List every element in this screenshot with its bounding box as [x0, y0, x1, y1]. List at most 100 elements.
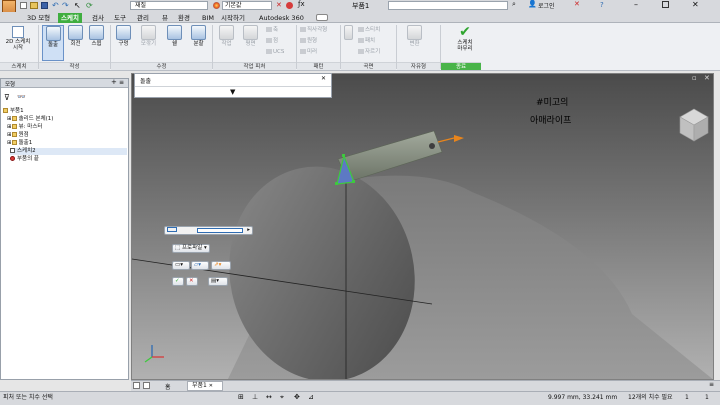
search-input[interactable] — [388, 1, 508, 10]
tab-list-icon[interactable] — [133, 382, 140, 389]
color-icon[interactable] — [286, 2, 293, 9]
infer-icon[interactable]: ⌖ — [280, 391, 284, 403]
patch-button[interactable]: 패치 — [358, 38, 375, 45]
distance-control[interactable]: ▸ — [164, 226, 253, 235]
new-icon[interactable] — [20, 2, 27, 9]
tab-inspect[interactable]: 검사 — [89, 13, 107, 23]
tree-item-solid-bodies[interactable]: ⊞ 솔리드 본체(1) — [7, 116, 53, 123]
tree-item-view[interactable]: ⊞ 뷰: 마스터 — [7, 124, 42, 131]
stitch-button[interactable]: 스티치 — [358, 27, 380, 34]
add-icon[interactable]: + — [111, 78, 117, 86]
extrude-dialog[interactable]: 돌출 ✕ ▼ — [134, 73, 332, 98]
snap-icon[interactable]: ⊞ — [238, 391, 244, 403]
lock-icon[interactable]: ⊿ — [308, 391, 314, 403]
group-modify[interactable]: 수정 — [111, 62, 212, 70]
tree-item-sketch[interactable]: 스케치2 — [10, 148, 127, 155]
hole-button[interactable]: 구멍 — [113, 25, 134, 47]
dialog-close-icon[interactable]: ✕ — [321, 75, 326, 82]
material-select[interactable]: 재질 — [130, 1, 208, 10]
search-icon[interactable]: ⌕ — [512, 0, 516, 9]
tab-3d-model[interactable]: 3D 모형 — [24, 13, 53, 23]
revolve-button[interactable]: 회전 — [65, 25, 86, 47]
mirror-button[interactable]: 미러 — [300, 49, 317, 56]
axis-button[interactable]: 축 — [266, 27, 278, 34]
tree-item-extrude[interactable]: ⊞ 돌출1 — [7, 140, 32, 147]
save-icon[interactable] — [41, 2, 48, 9]
profile-button[interactable]: ⬚ 프로파일 ▾ — [172, 244, 210, 253]
document-tabs: 홈 부품1 ✕ ≡ — [131, 380, 720, 391]
redo-icon[interactable]: ↷ — [62, 1, 69, 10]
undo-icon[interactable]: ↶ — [52, 1, 59, 10]
dimension-icon[interactable]: ↔ — [266, 391, 272, 403]
select-icon[interactable]: ↖ — [74, 1, 81, 10]
user-icon[interactable]: 👤 — [528, 0, 537, 8]
extrude-button[interactable]: 돌출 — [42, 25, 64, 61]
document-tab-part1[interactable]: 부품1 ✕ — [187, 381, 223, 391]
point-button[interactable]: 점 — [266, 38, 278, 45]
menu-icon[interactable]: ≡ — [119, 79, 124, 86]
expand-dialog-icon[interactable]: ▼ — [230, 88, 235, 96]
tab-bim[interactable]: BIM — [199, 13, 217, 23]
tab-autodesk-360[interactable]: Autodesk 360 — [256, 13, 307, 23]
direction-dropdown[interactable]: ⇗▾ — [211, 261, 231, 270]
tree-item-end-of-part[interactable]: 부품의 끝 — [10, 156, 39, 163]
signin-link[interactable]: 로그인 — [538, 1, 555, 10]
find-icon[interactable]: 👓 — [17, 93, 26, 101]
maximize-icon[interactable] — [662, 1, 669, 8]
group-surface[interactable]: 곡면 — [341, 62, 396, 70]
rect-pattern-button[interactable]: 직사각형 — [300, 27, 327, 34]
options-dropdown[interactable]: ▤▾ — [208, 277, 228, 286]
trim-button[interactable]: 자르기 — [358, 49, 380, 56]
viewport-restore-icon[interactable]: ▫ — [692, 74, 697, 82]
filter-icon[interactable]: ⊽ — [4, 93, 10, 102]
operation-dropdown[interactable]: ▱▾ — [191, 261, 209, 270]
shell-button[interactable]: 쉘 — [164, 25, 185, 47]
split-button[interactable]: 분할 — [188, 25, 209, 47]
help-icon[interactable]: ? — [600, 1, 604, 9]
extrude-label: 돌출 — [47, 42, 59, 48]
circ-pattern-button[interactable]: 원형 — [300, 38, 317, 45]
document-tab-close-icon[interactable]: ✕ — [209, 383, 213, 389]
tab-overflow-icon[interactable] — [316, 14, 328, 21]
cancel-button[interactable]: ✕ — [186, 277, 198, 286]
exchange-icon[interactable]: ✕ — [574, 0, 580, 8]
rect-pattern-label: 직사각형 — [307, 27, 328, 33]
tab-grid-icon[interactable] — [143, 382, 150, 389]
appearance-select[interactable]: 기본값 — [222, 1, 272, 10]
finish-sketch-button[interactable]: ✔ 스케치 마무리 — [452, 25, 478, 53]
start-2d-sketch-button[interactable]: 2D 스케치 시작 — [4, 39, 32, 51]
tree-item-part[interactable]: 부품1 — [3, 108, 24, 115]
quick-access-toolbar[interactable]: ↶ ↷ ↖ ⟳ — [20, 1, 110, 10]
output-solid-dropdown[interactable]: ▭▾ — [172, 261, 190, 270]
tab-environment[interactable]: 환경 — [175, 13, 193, 23]
update-icon[interactable]: ⟳ — [86, 1, 93, 10]
plane-button[interactable]: 평면 — [240, 25, 261, 47]
close-icon[interactable]: ✕ — [692, 0, 699, 9]
tab-view[interactable]: 뷰 — [159, 13, 171, 23]
convert-button[interactable]: 변환 — [404, 25, 425, 47]
viewport-close-icon[interactable]: ✕ — [704, 74, 710, 82]
tab-sketch[interactable]: 스케치 — [58, 13, 82, 23]
tab-manage[interactable]: 관리 — [134, 13, 152, 23]
sweep-button[interactable]: 스윕 — [86, 25, 107, 47]
tab-get-started[interactable]: 시작하기 — [218, 13, 248, 23]
distance-arrow-icon[interactable]: ▸ — [247, 227, 250, 234]
group-create[interactable]: 작성 — [39, 62, 110, 70]
clear-appearance-icon[interactable]: ✕ — [276, 1, 282, 9]
constraint-icon[interactable]: ⊥ — [252, 391, 258, 403]
surface-button[interactable] — [343, 25, 353, 41]
glyph-icon[interactable]: ✥ — [294, 391, 300, 403]
ok-button[interactable]: ✓ — [172, 277, 184, 286]
work-plane-button[interactable]: 작업 — [216, 25, 237, 47]
distance-input[interactable] — [197, 228, 243, 233]
formula-icon[interactable]: ƒx — [298, 0, 305, 8]
tab-tools[interactable]: 도구 — [111, 13, 129, 23]
fillet-button[interactable]: 모깎기 — [138, 25, 159, 47]
ucs-button[interactable]: UCS — [266, 49, 284, 56]
minimize-icon[interactable]: – — [634, 0, 638, 9]
home-tab[interactable]: 홈 — [165, 382, 171, 391]
open-icon[interactable] — [30, 2, 38, 9]
browser-header-label[interactable]: 모형 — [5, 80, 15, 88]
tab-menu-icon[interactable]: ≡ — [709, 381, 714, 388]
tree-item-origin[interactable]: ⊞ 원점 — [7, 132, 29, 139]
